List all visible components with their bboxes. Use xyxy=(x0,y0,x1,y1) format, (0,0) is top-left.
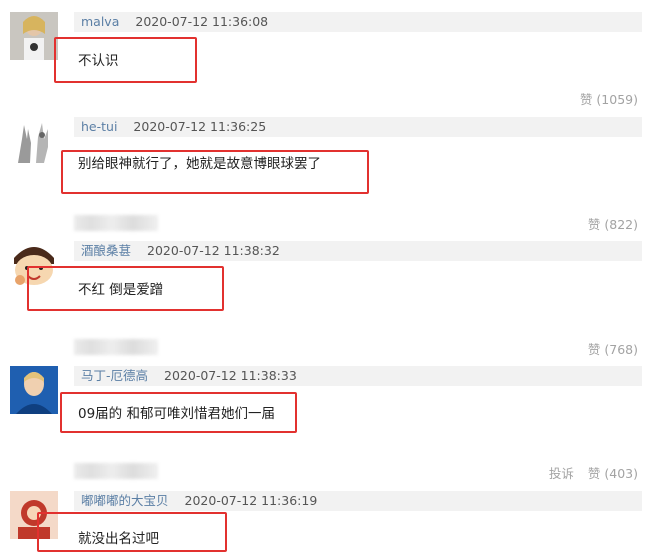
highlight-box xyxy=(60,392,297,433)
username-link[interactable]: 马丁-厄德高 xyxy=(81,368,148,383)
timestamp: 2020-07-12 11:36:19 xyxy=(184,493,318,508)
like-button[interactable]: 赞 (403) xyxy=(588,466,638,481)
highlight-box xyxy=(54,37,197,83)
blurred-content xyxy=(74,339,158,355)
timestamp: 2020-07-12 11:38:32 xyxy=(147,243,280,258)
comment-meta: 马丁-厄德高 2020-07-12 11:38:33 xyxy=(74,366,642,386)
like-button[interactable]: 赞 (1059) xyxy=(580,92,638,107)
timestamp: 2020-07-12 11:38:33 xyxy=(164,368,297,383)
username-link[interactable]: he-tui xyxy=(81,119,117,134)
report-button[interactable]: 投诉 xyxy=(549,466,574,481)
comment-footer: 投诉赞 (403) xyxy=(535,463,638,482)
like-button[interactable]: 赞 (768) xyxy=(588,342,638,357)
username-link[interactable]: malva xyxy=(81,14,119,29)
username-link[interactable]: 酒酿桑葚 xyxy=(81,243,131,258)
comment-footer: 赞 (768) xyxy=(574,339,638,358)
comment-meta: 酒酿桑葚 2020-07-12 11:38:32 xyxy=(74,241,642,261)
like-button[interactable]: 赞 (822) xyxy=(588,217,638,232)
comment-footer: 赞 (822) xyxy=(574,214,638,233)
timestamp: 2020-07-12 11:36:25 xyxy=(133,119,267,134)
highlight-box xyxy=(37,512,227,552)
highlight-box xyxy=(27,266,224,311)
avatar[interactable] xyxy=(10,12,58,60)
comment-footer: 赞 (1059) xyxy=(566,89,638,108)
comment-meta: 嘟嘟嘟的大宝贝 2020-07-12 11:36:19 xyxy=(74,491,642,511)
avatar[interactable] xyxy=(10,366,58,414)
timestamp: 2020-07-12 11:36:08 xyxy=(135,14,269,29)
username-link[interactable]: 嘟嘟嘟的大宝贝 xyxy=(81,493,169,508)
comment-meta: he-tui 2020-07-12 11:36:25 xyxy=(74,117,642,137)
blurred-content xyxy=(74,463,158,479)
highlight-box xyxy=(61,150,369,194)
avatar[interactable] xyxy=(10,117,58,165)
comment-meta: malva 2020-07-12 11:36:08 xyxy=(74,12,642,32)
blurred-content xyxy=(74,215,158,231)
